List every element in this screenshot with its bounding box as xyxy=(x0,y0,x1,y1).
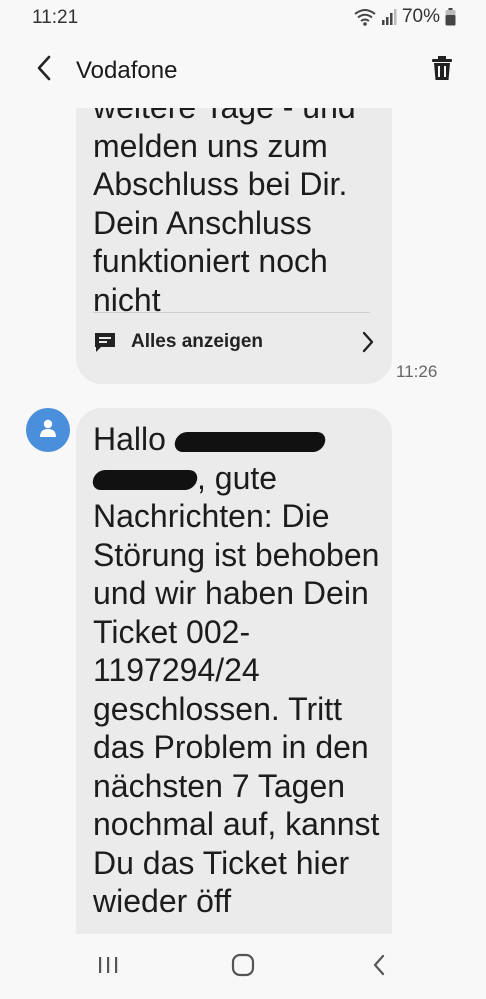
message-text: weitere Tage - und melden uns zum Abschl… xyxy=(93,108,356,318)
delete-button[interactable] xyxy=(422,52,462,88)
contact-name: Vodafone xyxy=(76,57,178,84)
recent-apps-button[interactable] xyxy=(86,950,130,984)
back-nav-icon xyxy=(372,954,386,981)
battery-percent: 70% xyxy=(401,6,440,27)
status-icons: 70% xyxy=(354,6,456,28)
chevron-right-icon xyxy=(354,331,374,353)
message-text: Hallo , gute Nachrichten: Die Störung is… xyxy=(90,420,389,921)
battery-icon xyxy=(445,8,456,26)
person-icon xyxy=(38,418,58,443)
avatar[interactable] xyxy=(26,408,70,452)
message-timestamp: 11:26 xyxy=(396,362,438,381)
redacted-name xyxy=(90,470,200,491)
message-cutoff: öff xyxy=(196,883,232,919)
message-bubble[interactable]: weitere Tage - und melden uns zum Abschl… xyxy=(76,108,392,384)
trash-icon xyxy=(431,55,453,86)
back-nav-button[interactable] xyxy=(357,950,401,984)
recent-apps-icon xyxy=(97,955,119,980)
back-arrow-icon xyxy=(36,55,52,86)
show-all-label: Alles anzeigen xyxy=(131,331,263,352)
message-list[interactable]: weitere Tage - und melden uns zum Abschl… xyxy=(0,108,486,934)
navigation-bar xyxy=(0,934,486,999)
home-button[interactable] xyxy=(221,950,265,984)
message-link[interactable] xyxy=(240,883,293,919)
wifi-icon xyxy=(354,8,376,26)
greeting: Hallo xyxy=(93,421,166,457)
redacted-name xyxy=(172,431,327,452)
show-all-button[interactable]: Alles anzeigen xyxy=(93,320,374,364)
message-body: Die Störung ist behoben und wir haben De… xyxy=(93,498,380,919)
message-icon xyxy=(93,329,119,355)
conversation-header: Vodafone xyxy=(0,42,486,98)
message-bubble[interactable]: Hallo , gute Nachrichten: Die Störung is… xyxy=(76,408,392,934)
home-icon xyxy=(231,953,255,982)
status-time: 11:21 xyxy=(32,7,79,28)
status-bar: 11:21 70% xyxy=(0,0,486,34)
back-button[interactable] xyxy=(24,52,64,88)
signal-icon xyxy=(381,9,397,25)
divider xyxy=(93,312,370,313)
